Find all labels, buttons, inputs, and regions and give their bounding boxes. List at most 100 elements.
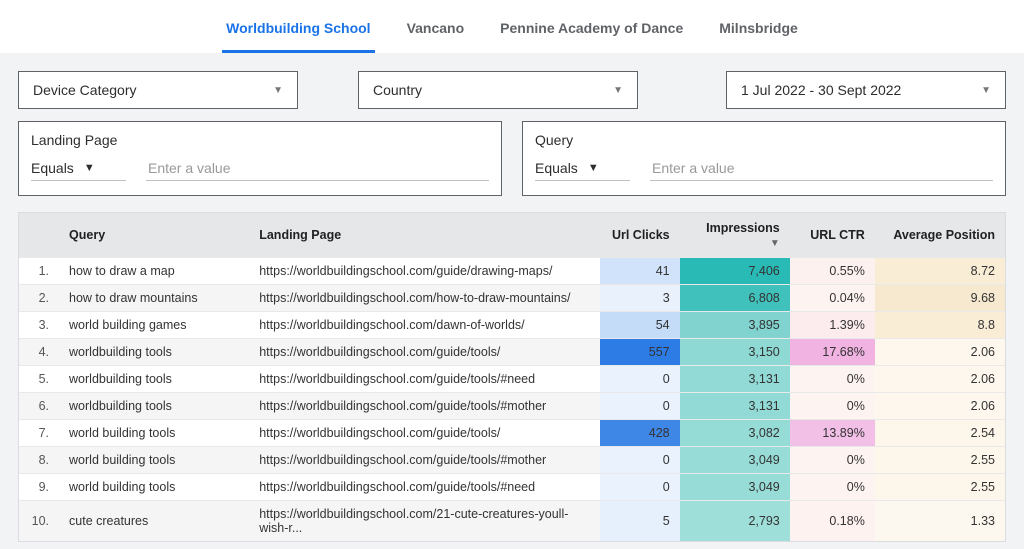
device-category-label: Device Category [33,82,137,98]
cell-index: 8. [19,447,59,474]
cell-url-clicks: 0 [600,393,680,420]
cell-url-clicks: 41 [600,258,680,285]
cell-query: worldbuilding tools [59,393,249,420]
cell-query: how to draw mountains [59,285,249,312]
cell-landing-page: https://worldbuildingschool.com/guide/dr… [249,258,599,285]
cell-url-clicks: 428 [600,420,680,447]
cell-url-ctr: 1.39% [790,312,875,339]
cell-index: 3. [19,312,59,339]
results-table-wrap: Query Landing Page Url Clicks Impression… [18,212,1006,542]
cell-url-clicks: 0 [600,474,680,501]
cell-impressions: 6,808 [680,285,790,312]
cell-query: world building tools [59,474,249,501]
tab-vancano[interactable]: Vancano [403,14,469,53]
cell-index: 1. [19,258,59,285]
caret-down-icon: ▼ [588,162,599,174]
col-impressions-label: Impressions [706,221,780,235]
caret-down-icon: ▼ [981,85,991,96]
cell-index: 6. [19,393,59,420]
cell-impressions: 2,793 [680,501,790,542]
caret-down-icon: ▼ [273,85,283,96]
cell-url-clicks: 3 [600,285,680,312]
cell-impressions: 3,082 [680,420,790,447]
table-row[interactable]: 3.world building gameshttps://worldbuild… [19,312,1005,339]
col-avg-position[interactable]: Average Position [875,213,1005,258]
landing-page-value-input[interactable] [146,156,489,181]
caret-down-icon: ▼ [84,162,95,174]
col-url-ctr[interactable]: URL CTR [790,213,875,258]
tab-milnsbridge[interactable]: Milnsbridge [715,14,802,53]
cell-avg-position: 2.06 [875,393,1005,420]
table-header-row: Query Landing Page Url Clicks Impression… [19,213,1005,258]
cell-avg-position: 9.68 [875,285,1005,312]
device-category-dropdown[interactable]: Device Category ▼ [18,71,298,109]
col-url-clicks[interactable]: Url Clicks [600,213,680,258]
cell-url-ctr: 0% [790,474,875,501]
cell-url-ctr: 0% [790,393,875,420]
cell-impressions: 3,131 [680,393,790,420]
query-operator-value: Equals [535,160,578,176]
col-query[interactable]: Query [59,213,249,258]
tab-pennine-academy-of-dance[interactable]: Pennine Academy of Dance [496,14,687,53]
table-row[interactable]: 1.how to draw a maphttps://worldbuilding… [19,258,1005,285]
country-dropdown[interactable]: Country ▼ [358,71,638,109]
table-row[interactable]: 10.cute creatureshttps://worldbuildingsc… [19,501,1005,542]
cell-landing-page: https://worldbuildingschool.com/guide/to… [249,447,599,474]
cell-impressions: 7,406 [680,258,790,285]
cell-impressions: 3,150 [680,339,790,366]
cell-query: world building tools [59,447,249,474]
cell-landing-page: https://worldbuildingschool.com/how-to-d… [249,285,599,312]
cell-landing-page: https://worldbuildingschool.com/guide/to… [249,474,599,501]
cell-landing-page: https://worldbuildingschool.com/guide/to… [249,366,599,393]
cell-impressions: 3,131 [680,366,790,393]
cell-query: worldbuilding tools [59,339,249,366]
cell-index: 7. [19,420,59,447]
table-row[interactable]: 6.worldbuilding toolshttps://worldbuildi… [19,393,1005,420]
cell-url-ctr: 0.18% [790,501,875,542]
cell-query: cute creatures [59,501,249,542]
cell-avg-position: 2.06 [875,366,1005,393]
query-filter-controls: Equals ▼ [535,156,993,181]
landing-page-operator-select[interactable]: Equals ▼ [31,160,126,181]
table-row[interactable]: 2.how to draw mountainshttps://worldbuil… [19,285,1005,312]
cell-index: 2. [19,285,59,312]
table-row[interactable]: 4.worldbuilding toolshttps://worldbuildi… [19,339,1005,366]
cell-landing-page: https://worldbuildingschool.com/guide/to… [249,339,599,366]
cell-avg-position: 2.55 [875,447,1005,474]
table-body: 1.how to draw a maphttps://worldbuilding… [19,258,1005,542]
country-label: Country [373,82,422,98]
cell-url-ctr: 0% [790,366,875,393]
cell-url-clicks: 0 [600,447,680,474]
query-filter-label: Query [535,132,993,148]
cell-query: worldbuilding tools [59,366,249,393]
cell-url-ctr: 17.68% [790,339,875,366]
date-range-dropdown[interactable]: 1 Jul 2022 - 30 Sept 2022 ▼ [726,71,1006,109]
cell-index: 4. [19,339,59,366]
cell-avg-position: 2.54 [875,420,1005,447]
cell-url-ctr: 0.55% [790,258,875,285]
table-row[interactable]: 7.world building toolshttps://worldbuild… [19,420,1005,447]
cell-landing-page: https://worldbuildingschool.com/dawn-of-… [249,312,599,339]
cell-url-ctr: 13.89% [790,420,875,447]
cell-impressions: 3,049 [680,474,790,501]
query-filter: Query Equals ▼ [522,121,1006,196]
cell-landing-page: https://worldbuildingschool.com/guide/to… [249,420,599,447]
cell-url-ctr: 0% [790,447,875,474]
table-row[interactable]: 8.world building toolshttps://worldbuild… [19,447,1005,474]
cell-index: 10. [19,501,59,542]
table-row[interactable]: 5.worldbuilding toolshttps://worldbuildi… [19,366,1005,393]
landing-page-operator-value: Equals [31,160,74,176]
query-operator-select[interactable]: Equals ▼ [535,160,630,181]
tab-worldbuilding-school[interactable]: Worldbuilding School [222,14,374,53]
table-row[interactable]: 9.world building toolshttps://worldbuild… [19,474,1005,501]
col-index [19,213,59,258]
query-value-input[interactable] [650,156,993,181]
col-landing-page[interactable]: Landing Page [249,213,599,258]
cell-url-ctr: 0.04% [790,285,875,312]
cell-index: 9. [19,474,59,501]
col-impressions[interactable]: Impressions ▼ [680,213,790,258]
cell-impressions: 3,049 [680,447,790,474]
results-table: Query Landing Page Url Clicks Impression… [19,213,1005,541]
cell-impressions: 3,895 [680,312,790,339]
cell-avg-position: 2.55 [875,474,1005,501]
